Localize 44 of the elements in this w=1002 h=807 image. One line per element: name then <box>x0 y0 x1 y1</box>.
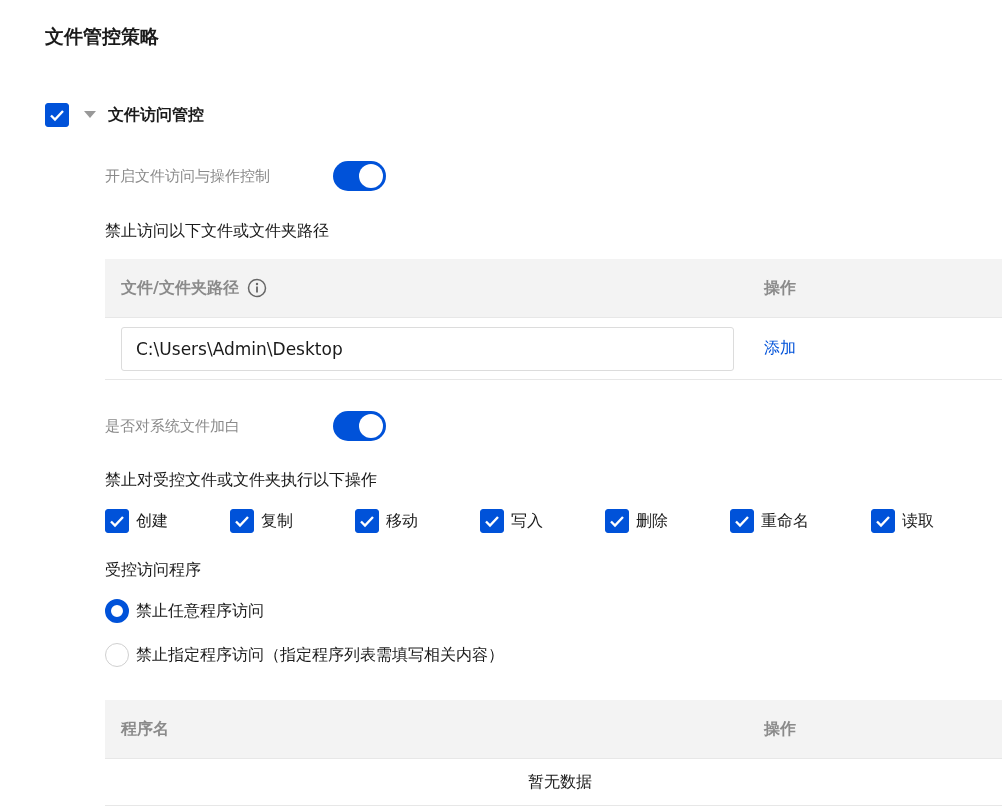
info-icon[interactable] <box>246 278 267 298</box>
checkbox-label: 写入 <box>511 510 543 532</box>
checkbox[interactable] <box>480 509 504 533</box>
column-header: 操作 <box>764 718 796 740</box>
path-input[interactable]: C:\Users\Admin\Desktop <box>121 326 734 371</box>
section-heading: 禁止访问以下文件或文件夹路径 <box>105 220 330 242</box>
checkbox[interactable] <box>230 509 254 533</box>
caret-icon[interactable] <box>84 111 96 119</box>
column-header: 程序名 <box>121 718 169 740</box>
radio-button[interactable] <box>105 599 129 623</box>
checkbox[interactable] <box>730 509 754 533</box>
column-header: 操作 <box>764 277 796 299</box>
checkmark-icon <box>875 515 890 527</box>
checkbox[interactable] <box>45 103 69 127</box>
toggle-switch[interactable] <box>333 161 386 191</box>
checkmark-icon <box>234 515 249 527</box>
toggle-label: 开启文件访问与操作控制 <box>105 166 271 186</box>
checkmark-icon <box>609 515 624 527</box>
checkmark-icon <box>359 515 374 527</box>
empty-text: 暂无数据 <box>528 771 592 793</box>
checkmark-icon <box>734 515 749 527</box>
radio-label: 禁止指定程序访问（指定程序列表需填写相关内容） <box>136 644 504 666</box>
checkbox[interactable] <box>355 509 379 533</box>
checkbox[interactable] <box>105 509 129 533</box>
toggle-label: 是否对系统文件加白 <box>105 416 241 436</box>
checkbox-label: 重命名 <box>761 510 809 532</box>
checkbox-label: 删除 <box>636 510 668 532</box>
page-title: 文件管控策略 <box>45 24 159 49</box>
section-heading: 禁止对受控文件或文件夹执行以下操作 <box>105 469 378 491</box>
checkbox-label: 移动 <box>386 510 418 532</box>
checkmark-icon <box>484 515 499 527</box>
section-heading: 受控访问程序 <box>105 559 202 581</box>
checkmark-icon <box>109 515 124 527</box>
checkbox-label: 复制 <box>261 510 293 532</box>
add-link[interactable]: 添加 <box>764 338 796 359</box>
checkbox[interactable] <box>871 509 895 533</box>
checkbox-label: 读取 <box>902 510 934 532</box>
radio-label: 禁止任意程序访问 <box>136 600 264 622</box>
checkmark-icon <box>49 109 64 121</box>
checkbox-label: 创建 <box>136 510 168 532</box>
checkbox[interactable] <box>605 509 629 533</box>
section-label: 文件访问管控 <box>108 104 204 126</box>
toggle-switch[interactable] <box>333 411 386 441</box>
column-header: 文件/文件夹路径 <box>121 277 239 299</box>
